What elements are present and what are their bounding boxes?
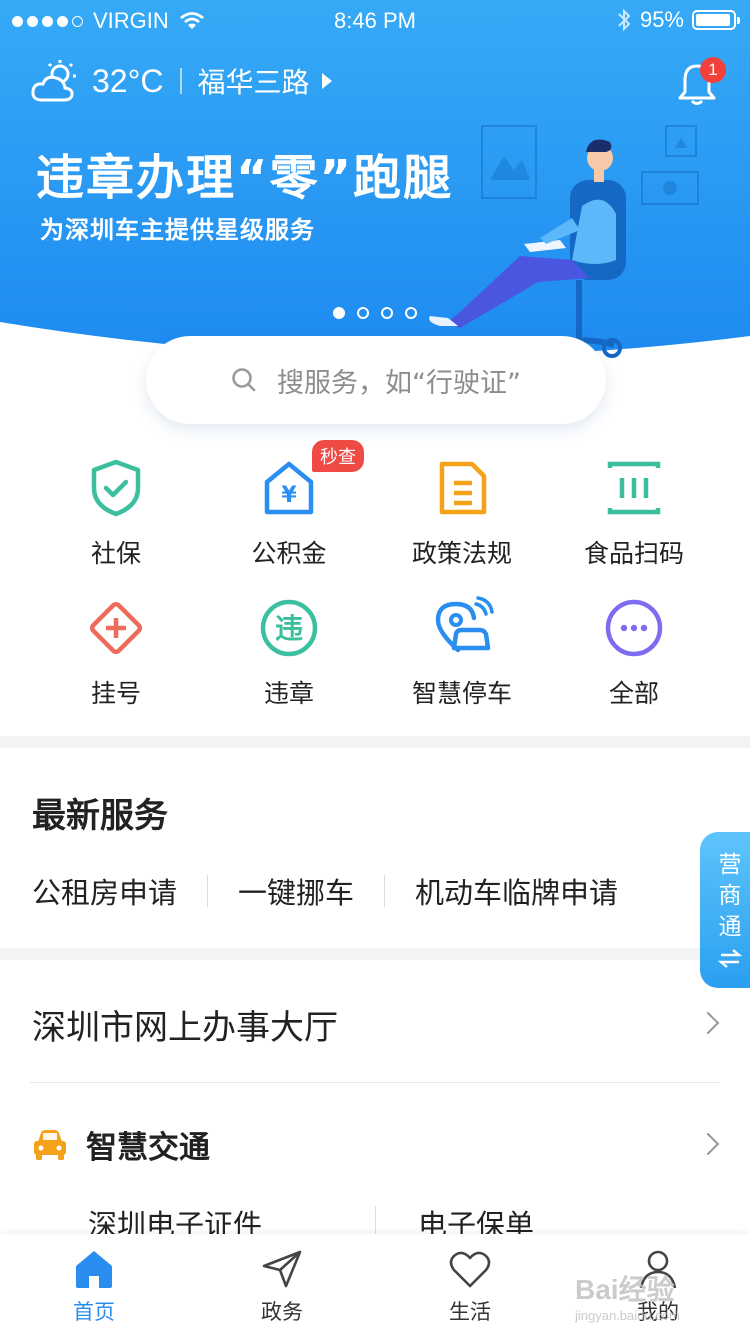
tab-label: 生活 [449, 1300, 491, 1324]
banner-headline: 违章办理“零”跑腿 [36, 150, 454, 206]
service-weizhang[interactable]: 违 违章 [203, 588, 375, 718]
latest-item[interactable]: 机动车临牌申请 [415, 870, 618, 912]
document-icon [439, 461, 487, 515]
tab-life[interactable]: 生活 [376, 1234, 564, 1334]
carousel-dot[interactable] [333, 307, 345, 319]
business-pass-float-tab[interactable]: 营商通 [700, 832, 750, 988]
header-banner[interactable]: VIRGIN 8:46 PM 95% 32°C 福华三路 违章办理“零”跑腿 为… [0, 0, 750, 380]
divider [179, 68, 182, 94]
carousel-dot[interactable] [405, 307, 417, 319]
send-icon [262, 1250, 302, 1288]
tab-home[interactable]: 首页 [0, 1234, 188, 1334]
swap-arrows-icon [718, 949, 742, 968]
online-hall-link[interactable]: 深圳市网上办事大厅 [32, 1000, 338, 1049]
latest-item[interactable]: 公租房申请 [32, 870, 177, 912]
float-tab-char: 通 [718, 914, 742, 940]
smart-traffic-header[interactable]: 智慧交通 [32, 1122, 210, 1167]
svg-text:¥: ¥ [281, 483, 297, 508]
float-tab-label: 营商通 [700, 850, 750, 943]
violation-icon: 违 [260, 599, 318, 657]
watermark-suffix: 经验 [618, 1274, 675, 1305]
service-zhengce[interactable]: 政策法规 [376, 448, 548, 578]
tab-label: 首页 [73, 1300, 115, 1324]
service-tingche[interactable]: 智慧停车 [376, 588, 548, 718]
heart-icon [449, 1251, 491, 1288]
battery-fill [696, 14, 730, 26]
car-icon [34, 1129, 66, 1160]
more-icon [605, 599, 663, 657]
latest-item[interactable]: 一键挪车 [238, 870, 354, 912]
latest-services-list: 公租房申请 一键挪车 机动车临牌申请 [32, 870, 618, 912]
chevron-right-icon[interactable] [696, 1011, 720, 1035]
tab-government[interactable]: 政务 [188, 1234, 376, 1334]
divider [207, 875, 209, 907]
service-label: 挂号 [90, 679, 141, 708]
section-divider [0, 948, 750, 960]
banner-subline: 为深圳车主提供星级服务 [40, 216, 315, 244]
shield-check-icon [91, 459, 141, 517]
cloudy-sun-icon [31, 60, 76, 102]
tab-label: 政务 [261, 1300, 303, 1324]
service-label: 全部 [608, 679, 659, 708]
battery-tip [737, 17, 740, 24]
carousel-dot[interactable] [357, 307, 369, 319]
watermark-brand: Bai [575, 1274, 619, 1305]
barcode-scan-icon [607, 461, 661, 515]
search-icon [232, 368, 256, 392]
divider [375, 1206, 376, 1236]
service-label: 社保 [90, 539, 141, 568]
violation-glyph: 违 [275, 612, 303, 645]
chevron-right-icon[interactable] [696, 1132, 720, 1156]
row-divider [30, 1082, 720, 1083]
smart-traffic-title: 智慧交通 [86, 1130, 210, 1166]
location-label: 福华三路 [197, 66, 310, 99]
float-tab-char: 营 [718, 852, 742, 878]
watermark-url: jingyan.baidu.com [575, 1308, 680, 1323]
battery-icon [692, 10, 740, 30]
home-icon [76, 1251, 112, 1288]
section-divider [0, 736, 750, 748]
service-guahao[interactable]: 挂号 [30, 588, 202, 718]
service-label: 违章 [263, 679, 314, 708]
service-all[interactable]: 全部 [548, 588, 720, 718]
carousel-indicator[interactable] [333, 307, 417, 319]
notification-badge: 1 [700, 57, 726, 83]
search-bar[interactable]: 搜服务，如“行驶证” [146, 336, 606, 424]
weather-location[interactable]: 32°C 福华三路 [30, 58, 332, 104]
service-label: 政策法规 [411, 539, 512, 568]
medical-cross-icon [89, 601, 143, 655]
service-label: 公积金 [251, 539, 327, 568]
service-label: 食品扫码 [583, 539, 684, 568]
smart-parking-icon [435, 596, 494, 653]
carousel-dot[interactable] [381, 307, 393, 319]
search-placeholder: 搜服务，如“行驶证” [277, 367, 521, 399]
divider [384, 875, 386, 907]
float-tab-char: 商 [718, 883, 742, 909]
temperature: 32°C [92, 62, 164, 99]
baidu-watermark: Bai经验 jingyan.baidu.com [575, 1268, 680, 1323]
bluetooth-icon [618, 8, 631, 32]
status-right: 95% [616, 7, 740, 33]
status-bar: VIRGIN 8:46 PM 95% [0, 0, 750, 40]
battery-percent: 95% [639, 7, 684, 32]
caret-right-icon [321, 73, 332, 89]
service-label: 智慧停车 [411, 679, 512, 708]
service-shipin[interactable]: 食品扫码 [548, 448, 720, 578]
service-shebao[interactable]: 社保 [30, 448, 202, 578]
latest-services-title: 最新服务 [32, 796, 168, 836]
quick-check-badge: 秒查 [312, 440, 364, 472]
